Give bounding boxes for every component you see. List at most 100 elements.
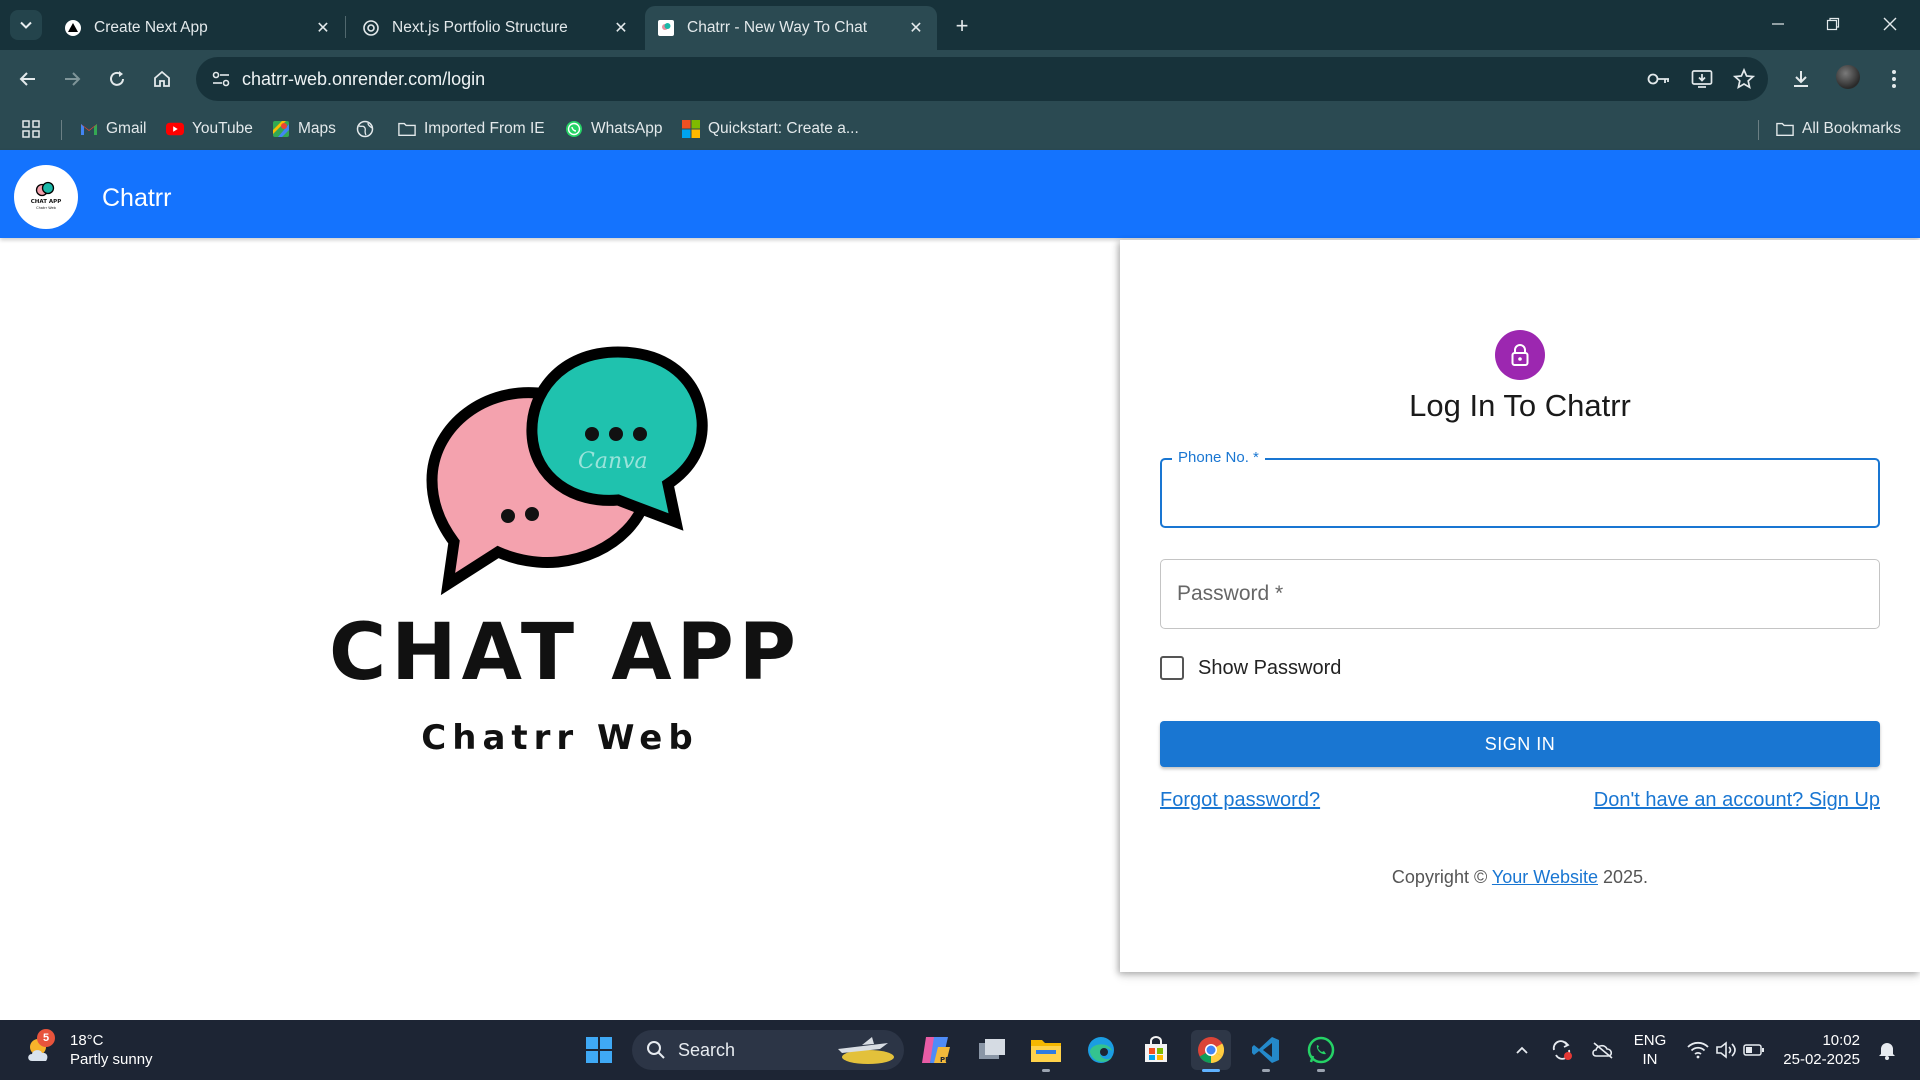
taskbar-edge[interactable] <box>1081 1030 1121 1070</box>
whatsapp-icon <box>1307 1036 1335 1064</box>
your-website-link[interactable]: Your Website <box>1492 867 1598 887</box>
search-label: Search <box>678 1039 736 1060</box>
site-settings-icon[interactable] <box>208 67 234 91</box>
taskbar-vscode[interactable] <box>1246 1030 1286 1072</box>
home-icon <box>154 70 170 87</box>
address-bar[interactable]: chatrr-web.onrender.com/login <box>196 57 1768 101</box>
password-field: Password * <box>1160 559 1880 629</box>
logo-small-title: CHAT APP <box>31 199 61 205</box>
home-button[interactable] <box>148 65 176 93</box>
windows-logo-icon <box>586 1037 612 1063</box>
partly-sunny-icon: 5 <box>24 1029 58 1067</box>
app-logo[interactable]: CHAT APP Chatrr Web <box>14 165 78 229</box>
folder-icon <box>398 120 416 138</box>
bookmark-divider <box>1758 120 1759 140</box>
browser-menu-button[interactable] <box>1880 65 1908 93</box>
taskbar-store[interactable] <box>1136 1030 1176 1070</box>
onedrive-button[interactable] <box>1588 1030 1618 1070</box>
tab-create-next-app[interactable]: Create Next App ✕ <box>52 6 344 50</box>
phone-input[interactable] <box>1162 460 1878 526</box>
globe-icon <box>356 120 374 138</box>
start-button[interactable] <box>579 1030 619 1070</box>
bookmark-star-icon[interactable] <box>1731 67 1757 91</box>
more-vertical-icon <box>1892 70 1896 88</box>
bookmark-gmail[interactable]: Gmail <box>80 108 146 150</box>
downloads-button[interactable] <box>1787 65 1815 93</box>
cloud-off-icon <box>1592 1042 1613 1059</box>
forward-button[interactable] <box>58 65 86 93</box>
quick-settings-button[interactable] <box>1684 1030 1768 1070</box>
show-password-row[interactable]: Show Password <box>1160 650 1341 686</box>
bookmark-whatsapp[interactable]: WhatsApp <box>565 108 663 150</box>
minimize-button[interactable] <box>1758 8 1798 40</box>
taskbar-chrome[interactable] <box>1191 1030 1231 1072</box>
clock-time: 10:02 <box>1822 1032 1860 1049</box>
bookmark-globe[interactable] <box>356 108 382 150</box>
bookmark-imported-from-ie[interactable]: Imported From IE <box>398 108 545 150</box>
show-password-checkbox[interactable] <box>1160 656 1184 680</box>
notifications-button[interactable] <box>1872 1030 1902 1070</box>
hero-subtitle: Chatrr Web <box>421 718 699 758</box>
bookmark-maps[interactable]: Maps <box>272 108 336 150</box>
whatsapp-icon <box>565 120 583 138</box>
all-bookmarks-button[interactable]: All Bookmarks <box>1776 108 1901 150</box>
show-hidden-icons-button[interactable] <box>1509 1030 1535 1070</box>
password-input[interactable] <box>1161 560 1879 628</box>
reload-icon <box>110 71 124 86</box>
tab-nextjs-portfolio[interactable]: Next.js Portfolio Structure ✕ <box>350 6 642 50</box>
windows-taskbar: 5 18°C Partly sunny Search PR ENG IN 10:… <box>0 1020 1920 1080</box>
profile-avatar[interactable] <box>1836 65 1860 89</box>
running-indicator <box>1262 1069 1270 1072</box>
sign-up-link[interactable]: Don't have an account? Sign Up <box>1594 789 1880 812</box>
search-highlight-icon <box>838 1037 894 1064</box>
close-tab-icon[interactable]: ✕ <box>907 19 925 37</box>
taskbar-search[interactable]: Search <box>632 1030 904 1070</box>
bookmark-quickstart[interactable]: Quickstart: Create a... <box>682 108 859 150</box>
maps-icon <box>272 120 290 138</box>
running-indicator <box>1042 1069 1050 1072</box>
apps-button[interactable] <box>22 108 48 150</box>
forgot-password-link[interactable]: Forgot password? <box>1160 789 1320 812</box>
new-tab-button[interactable]: + <box>948 12 976 40</box>
language-code: ENG <box>1633 1032 1667 1049</box>
close-tab-icon[interactable]: ✕ <box>612 19 630 37</box>
bookmark-label: Maps <box>298 120 336 137</box>
sync-status-button[interactable] <box>1547 1030 1577 1070</box>
store-icon <box>1145 1036 1167 1062</box>
clock-date: 25-02-2025 <box>1783 1051 1860 1068</box>
close-tab-icon[interactable]: ✕ <box>314 19 332 37</box>
login-title: Log In To Chatrr <box>1409 388 1631 423</box>
taskbar-copilot[interactable]: PRE <box>916 1030 956 1070</box>
copilot-icon: PRE <box>922 1037 952 1064</box>
taskbar-task-view[interactable] <box>972 1030 1012 1070</box>
tab-chatrr[interactable]: Chatrr - New Way To Chat ✕ <box>645 6 937 50</box>
chevron-up-icon <box>1516 1046 1528 1054</box>
install-app-icon[interactable] <box>1689 67 1715 91</box>
sign-in-button[interactable]: SIGN IN <box>1160 721 1880 767</box>
taskbar-whatsapp[interactable] <box>1301 1030 1341 1072</box>
bookmark-youtube[interactable]: YouTube <box>166 108 253 150</box>
browser-tab-strip: Create Next App ✕ Next.js Portfolio Stru… <box>0 0 1920 50</box>
back-button[interactable] <box>14 65 42 93</box>
microsoft-icon <box>682 120 700 138</box>
tab-search-button[interactable] <box>10 10 42 40</box>
show-password-label[interactable]: Show Password <box>1198 657 1341 680</box>
wifi-icon <box>1687 1041 1709 1059</box>
clock[interactable]: 10:02 25-02-2025 <box>1780 1031 1860 1069</box>
bell-icon <box>1879 1043 1895 1060</box>
restore-button[interactable] <box>1813 8 1853 40</box>
language-indicator[interactable]: ENG IN <box>1628 1031 1672 1069</box>
minimize-icon <box>1772 23 1784 25</box>
weather-widget[interactable]: 5 18°C Partly sunny <box>24 1028 153 1072</box>
sync-icon <box>1552 1040 1572 1060</box>
apps-grid-icon <box>22 120 40 138</box>
bookmark-divider <box>61 120 62 140</box>
close-window-button[interactable] <box>1870 8 1910 40</box>
logo-small-subtitle: Chatrr Web <box>36 206 57 210</box>
taskbar-file-explorer[interactable] <box>1026 1030 1066 1072</box>
canva-watermark: Canva <box>578 449 648 474</box>
weather-condition: Partly sunny <box>70 1051 153 1068</box>
password-key-icon[interactable] <box>1646 67 1672 91</box>
chrome-icon <box>1198 1037 1225 1064</box>
reload-button[interactable] <box>103 65 131 93</box>
